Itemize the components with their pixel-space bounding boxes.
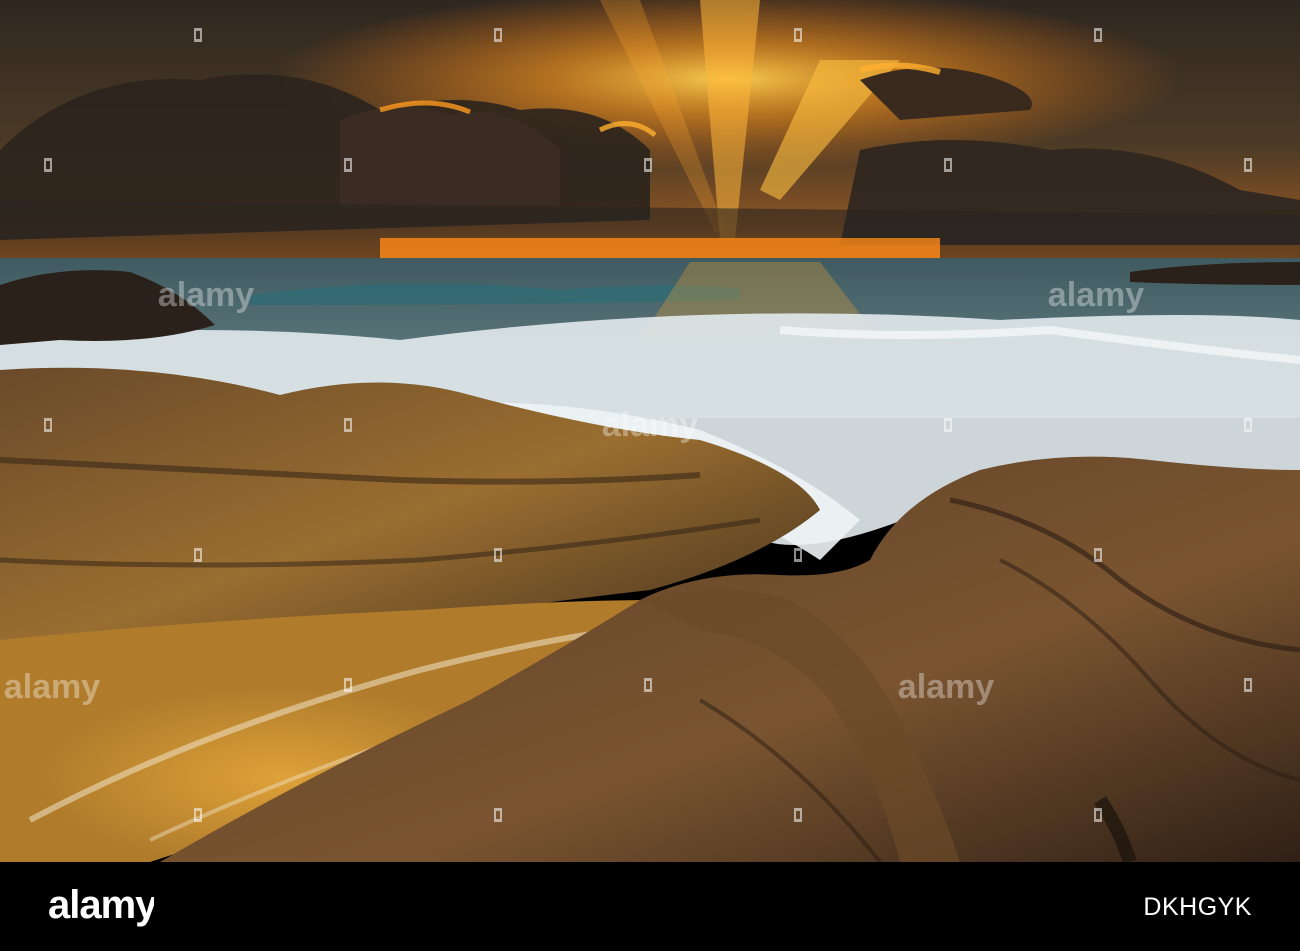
alamy-a-icon (794, 28, 802, 42)
alamy-a-icon (944, 418, 952, 432)
alamy-a-icon (194, 548, 202, 562)
alamy-text-watermark: alamy (4, 668, 100, 706)
alamy-text-watermark: alamy (158, 276, 254, 314)
alamy-a-icon (1094, 808, 1102, 822)
alamy-a-icon (644, 158, 652, 172)
alamy-a-icon (644, 678, 652, 692)
alamy-a-icon (194, 808, 202, 822)
alamy-a-icon (344, 418, 352, 432)
alamy-a-icon (194, 28, 202, 42)
svg-text:alamy: alamy (4, 668, 100, 706)
alamy-a-icon (44, 158, 52, 172)
alamy-a-icon (344, 678, 352, 692)
alamy-text-watermark: alamy (898, 668, 994, 706)
svg-text:alamy: alamy (158, 276, 254, 314)
alamy-a-icon (1094, 28, 1102, 42)
alamy-a-icon (1094, 548, 1102, 562)
alamy-a-icon (494, 548, 502, 562)
alamy-a-icon (944, 158, 952, 172)
alamy-a-icon (44, 418, 52, 432)
svg-text:alamy: alamy (48, 883, 154, 927)
alamy-a-icon (1244, 158, 1252, 172)
alamy-a-icon (794, 808, 802, 822)
alamy-a-icon (1244, 678, 1252, 692)
svg-text:alamy: alamy (602, 406, 698, 444)
alamy-logo[interactable]: alamy (48, 878, 154, 934)
alamy-text-watermark: alamy (602, 406, 698, 444)
svg-text:alamy: alamy (1048, 276, 1144, 314)
alamy-a-icon (494, 28, 502, 42)
image-id: DKHGYK (1143, 893, 1252, 921)
svg-text:alamy: alamy (898, 668, 994, 706)
alamy-a-icon (794, 548, 802, 562)
footer-bar (0, 862, 1300, 951)
alamy-a-icon (344, 158, 352, 172)
alamy-a-icon (1244, 418, 1252, 432)
alamy-text-watermark: alamy (1048, 276, 1144, 314)
alamy-a-icon (494, 808, 502, 822)
